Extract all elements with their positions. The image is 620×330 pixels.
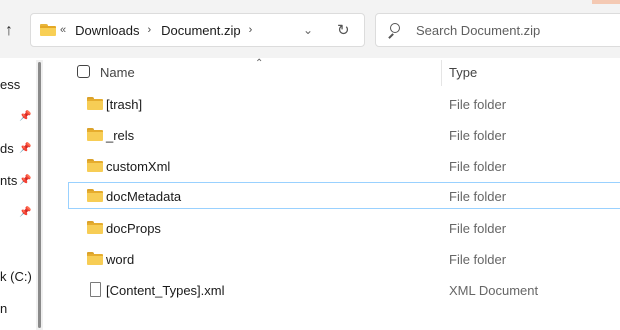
file-row-selected[interactable]: docMetadata File folder: [68, 182, 620, 209]
file-list: ⌃ Name Type [trash] File folder _rels Fi…: [48, 58, 620, 330]
nav-item-pinned[interactable]: 📌: [0, 205, 40, 223]
file-row[interactable]: [trash] File folder: [68, 90, 620, 117]
nav-item-network[interactable]: n: [0, 301, 40, 319]
file-row[interactable]: [Content_Types].xml XML Document: [68, 276, 620, 303]
address-bar[interactable]: « Downloads › Document.zip › ⌄ ↻: [30, 13, 365, 47]
file-type: XML Document: [449, 283, 539, 298]
pin-icon: 📌: [19, 175, 32, 186]
nav-item-quick-access[interactable]: ess: [0, 77, 40, 95]
column-header: ⌃ Name Type: [48, 58, 620, 86]
chevron-down-icon[interactable]: ⌄: [303, 23, 313, 37]
nav-item-label: ess: [0, 77, 21, 92]
chevron-right-icon[interactable]: ›: [147, 24, 151, 36]
toolbar: ↑ « Downloads › Document.zip › ⌄ ↻: [0, 0, 620, 58]
folder-icon: [87, 159, 103, 172]
file-name: docProps: [106, 221, 161, 236]
file-name: docMetadata: [106, 189, 182, 204]
nav-item-documents[interactable]: nts 📌: [0, 173, 40, 191]
select-all-checkbox[interactable]: [77, 65, 90, 78]
nav-item-local-disk[interactable]: k (C:): [0, 269, 40, 287]
sort-ascending-icon: ⌃: [255, 58, 264, 69]
nav-item-downloads[interactable]: ds 📌: [0, 141, 40, 159]
file-name: [Content_Types].xml: [106, 283, 225, 298]
file-row[interactable]: _rels File folder: [68, 121, 620, 148]
folder-icon: [87, 97, 103, 110]
pin-icon: 📌: [19, 111, 32, 122]
file-type: File folder: [449, 128, 507, 143]
search-input[interactable]: [416, 22, 616, 38]
column-header-name[interactable]: Name: [100, 65, 135, 80]
document-icon: [90, 282, 101, 297]
breadcrumb-downloads[interactable]: Downloads: [75, 23, 139, 38]
folder-icon: [87, 128, 103, 141]
file-row[interactable]: docProps File folder: [68, 214, 620, 241]
refresh-icon[interactable]: ↻: [337, 21, 350, 39]
folder-icon: [87, 252, 103, 265]
chevron-right-icon[interactable]: ›: [249, 24, 253, 36]
file-type: File folder: [449, 159, 507, 174]
file-row[interactable]: word File folder: [68, 245, 620, 272]
file-type: File folder: [449, 189, 507, 204]
nav-item-label: n: [0, 301, 8, 316]
nav-item-pinned[interactable]: 📌: [0, 109, 40, 127]
breadcrumb-document-zip[interactable]: Document.zip: [161, 23, 240, 38]
window-accent: [592, 0, 620, 4]
file-name: _rels: [106, 128, 135, 143]
nav-item-label: nts: [0, 173, 18, 188]
nav-item-label: ds: [0, 141, 14, 156]
file-type: File folder: [449, 221, 507, 236]
breadcrumb-overflow-button[interactable]: «: [60, 24, 66, 36]
navigation-pane: ess 📌 ds 📌 nts 📌 📌 k (C:) n: [0, 58, 44, 330]
column-header-type[interactable]: Type: [449, 65, 477, 80]
scrollbar-thumb[interactable]: [38, 62, 41, 328]
file-name: [trash]: [106, 97, 143, 112]
folder-icon: [87, 221, 103, 234]
search-box[interactable]: [375, 13, 620, 47]
file-type: File folder: [449, 252, 507, 267]
file-name: word: [106, 252, 135, 267]
pin-icon: 📌: [19, 143, 32, 154]
file-type: File folder: [449, 97, 507, 112]
folder-icon: [87, 189, 103, 202]
file-name: customXml: [106, 159, 171, 174]
column-divider[interactable]: [441, 60, 442, 86]
pin-icon: 📌: [19, 207, 32, 218]
file-row[interactable]: customXml File folder: [68, 152, 620, 179]
nav-item-label: k (C:): [0, 269, 32, 284]
up-arrow-icon[interactable]: ↑: [0, 18, 18, 44]
nav-scrollbar[interactable]: [36, 60, 43, 330]
search-icon: [387, 23, 401, 39]
folder-icon: [40, 24, 56, 36]
